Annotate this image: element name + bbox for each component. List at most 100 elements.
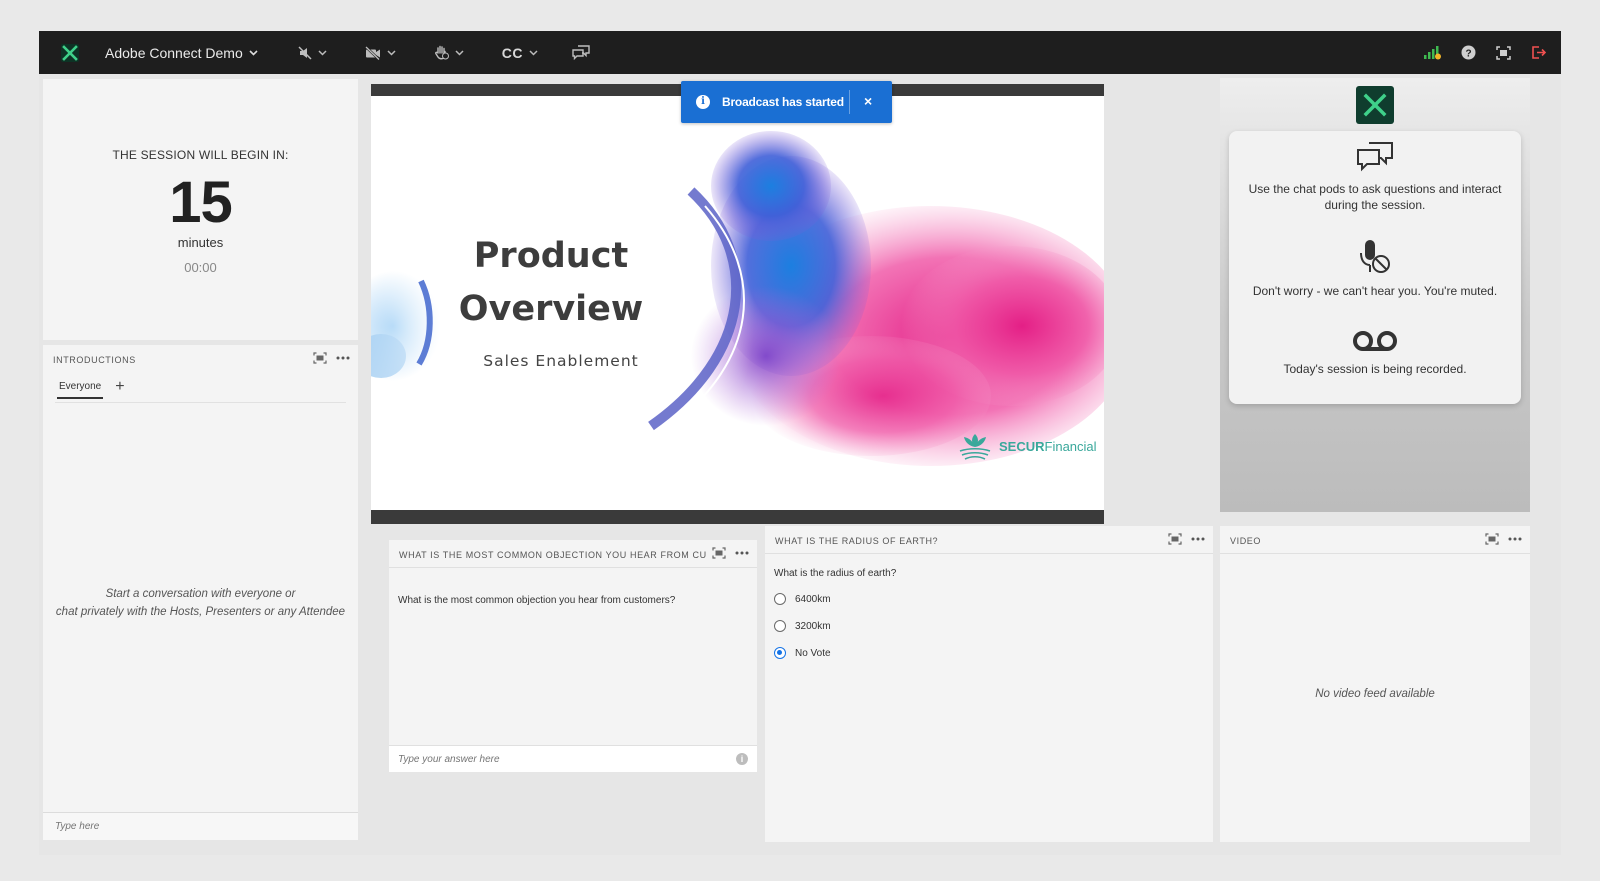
maximize-pod-icon[interactable] (313, 352, 327, 364)
more-options-icon[interactable] (1508, 537, 1522, 541)
meeting-title-menu[interactable]: Adobe Connect Demo (105, 31, 258, 74)
chat-tabs: Everyone + (57, 379, 125, 399)
leaf-logo-icon (959, 434, 991, 460)
speaker-muted-icon (298, 45, 312, 60)
question-pod-header: WHAT IS THE MOST COMMON OBJECTION YOU HE… (389, 540, 757, 568)
countdown-timer: 00:00 (184, 260, 217, 275)
info-text-chat: Use the chat pods to ask questions and i… (1248, 182, 1502, 212)
share-bottom-bar (371, 510, 1104, 524)
fullscreen-icon[interactable] (1496, 45, 1511, 60)
raise-hand-control[interactable] (434, 31, 464, 74)
chat-empty-line-2: chat privately with the Hosts, Presenter… (55, 606, 346, 618)
info-text-recording: Today's session is being recorded. (1283, 362, 1467, 376)
help-icon[interactable]: ? (1461, 45, 1476, 60)
brand-logo: SECURFinancial (957, 430, 1097, 462)
chevron-down-icon (387, 49, 396, 56)
toast-close-button[interactable]: × (864, 93, 872, 109)
chat-empty-message: Start a conversation with everyone or ch… (43, 585, 358, 621)
more-options-icon[interactable] (336, 356, 350, 360)
mic-muted-icon (1360, 240, 1390, 273)
slide-title-line-1: Product (473, 236, 629, 276)
svg-text:?: ? (1465, 49, 1471, 60)
share-pod: Product Overview Sales Enablement SECURF… (371, 84, 1104, 524)
radio-button-selected[interactable] (774, 647, 786, 659)
video-empty-message: No video feed available (1315, 688, 1435, 700)
maximize-pod-icon[interactable] (712, 547, 726, 559)
chevron-down-icon (249, 49, 258, 56)
poll-pod-title: WHAT IS THE RADIUS OF EARTH? (775, 536, 939, 546)
raise-hand-icon (434, 45, 449, 60)
poll-option-label: 6400km (795, 593, 831, 605)
poll-question: What is the radius of earth? (774, 568, 897, 579)
presentation-slide: Product Overview Sales Enablement SECURF… (371, 96, 1104, 501)
poll-option-6400km[interactable]: 6400km (774, 593, 831, 605)
chat-toggle-button[interactable] (572, 31, 590, 74)
poll-option-3200km[interactable]: 3200km (774, 620, 831, 632)
speaker-control[interactable] (298, 31, 327, 74)
countdown-label: THE SESSION WILL BEGIN IN: (112, 148, 289, 162)
question-text: What is the most common objection you he… (398, 595, 676, 606)
chat-input-bar (43, 812, 358, 840)
closed-captions-control[interactable]: CC (502, 31, 538, 74)
exit-icon[interactable] (1531, 45, 1547, 60)
answer-info-icon[interactable]: i (736, 753, 748, 765)
video-pod-title: VIDEO (1230, 536, 1262, 546)
signal-strength-icon[interactable] (1423, 45, 1441, 60)
answer-input[interactable] (389, 746, 757, 772)
radio-button[interactable] (774, 593, 786, 605)
chevron-down-icon (318, 49, 327, 56)
chat-pod-title: INTRODUCTIONS (53, 355, 136, 365)
more-options-icon[interactable] (735, 551, 749, 555)
radio-button[interactable] (774, 620, 786, 632)
chat-pod: INTRODUCTIONS Everyone + Start a convers… (43, 345, 358, 840)
brand-name-light: Financial (1044, 438, 1097, 454)
maximize-pod-icon[interactable] (1485, 533, 1499, 545)
question-pod-title: WHAT IS THE MOST COMMON OBJECTION YOU HE… (399, 550, 707, 560)
adobe-connect-logo-icon (59, 42, 81, 64)
info-item-muted: Don't worry - we can't hear you. You're … (1229, 239, 1521, 299)
meeting-title: Adobe Connect Demo (105, 44, 243, 61)
answer-bar: i (389, 745, 757, 772)
chat-pod-header: INTRODUCTIONS (43, 345, 358, 373)
info-item-chat: Use the chat pods to ask questions and i… (1229, 141, 1521, 213)
adobe-connect-logo-icon (1356, 86, 1394, 124)
camera-control[interactable] (364, 31, 396, 74)
chat-bubbles-icon (572, 45, 590, 60)
top-toolbar: Adobe Connect Demo CC ? (39, 31, 1561, 74)
question-pod: WHAT IS THE MOST COMMON OBJECTION YOU HE… (389, 540, 757, 772)
add-tab-button[interactable]: + (115, 379, 124, 395)
video-pod: VIDEO No video feed available (1220, 526, 1530, 842)
camera-off-icon (364, 45, 380, 60)
chat-input[interactable] (43, 813, 358, 840)
countdown-pod: THE SESSION WILL BEGIN IN: 15 minutes 00… (43, 79, 358, 340)
broadcast-toast: i Broadcast has started × (681, 81, 892, 123)
countdown-value: 15 (169, 170, 233, 235)
poll-option-no-vote[interactable]: No Vote (774, 647, 831, 659)
brand-name-bold: SECUR (999, 438, 1045, 454)
session-info-card: Use the chat pods to ask questions and i… (1229, 131, 1521, 404)
poll-pod: WHAT IS THE RADIUS OF EARTH? What is the… (765, 526, 1213, 842)
poll-option-label: 3200km (795, 620, 831, 632)
slide-title: Product Overview (451, 230, 651, 336)
session-info-panel: Use the chat pods to ask questions and i… (1220, 78, 1530, 512)
toast-divider (849, 90, 850, 114)
tabs-divider (55, 402, 346, 403)
chat-empty-line-1: Start a conversation with everyone or (105, 588, 296, 600)
more-options-icon[interactable] (1191, 537, 1205, 541)
info-item-recording: Today's session is being recorded. (1229, 329, 1521, 377)
toast-message: Broadcast has started (722, 95, 844, 109)
captions-label: CC (501, 44, 523, 61)
chevron-down-icon (455, 49, 464, 56)
slide-subtitle: Sales Enablement (483, 352, 639, 370)
top-right-tools: ? (1423, 31, 1547, 74)
info-text-muted: Don't worry - we can't hear you. You're … (1252, 284, 1498, 298)
chevron-down-icon (529, 49, 538, 56)
slide-title-line-2: Overview (458, 289, 644, 329)
maximize-pod-icon[interactable] (1168, 533, 1182, 545)
adobe-connect-room: Adobe Connect Demo CC ? THE SESSION WILL… (39, 31, 1561, 855)
video-pod-header: VIDEO (1220, 526, 1530, 554)
tab-everyone[interactable]: Everyone (57, 381, 104, 399)
info-icon: i (696, 95, 710, 109)
recording-icon (1353, 331, 1397, 351)
countdown-unit: minutes (177, 235, 224, 250)
